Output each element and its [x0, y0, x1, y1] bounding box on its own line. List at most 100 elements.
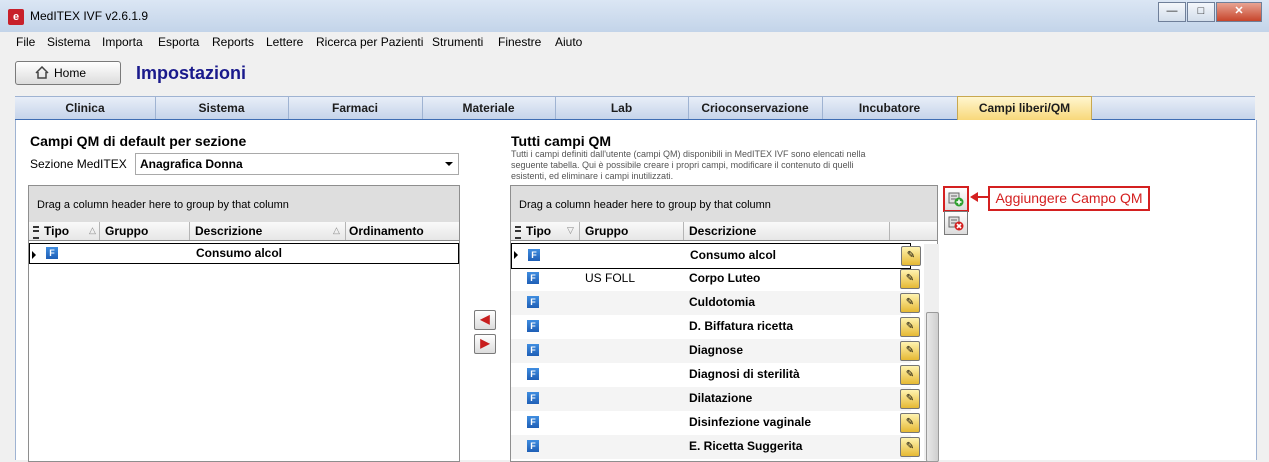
home-label: Home — [54, 66, 87, 80]
column-tipo[interactable]: Tipo — [44, 224, 69, 238]
field-type-icon: F — [527, 416, 539, 428]
menu-strumenti[interactable]: Strumenti — [432, 35, 483, 49]
sort-asc-icon: △ — [89, 225, 96, 235]
move-left-button[interactable]: ◀ — [474, 310, 496, 330]
column-gruppo[interactable]: Gruppo — [585, 224, 628, 238]
row-descrizione: D. Biffatura ricetta — [689, 319, 794, 333]
edit-field-icon[interactable]: ✎ — [900, 413, 920, 433]
menu-sistema[interactable]: Sistema — [47, 35, 90, 49]
column-separator — [683, 222, 684, 240]
default-fields-grid: Drag a column header here to group by th… — [28, 185, 460, 462]
section-select[interactable]: Anagrafica Donna — [135, 153, 459, 175]
menu-file[interactable]: File — [16, 35, 35, 49]
column-chooser-icon[interactable] — [33, 226, 39, 239]
maximize-button[interactable]: □ — [1187, 2, 1215, 22]
field-type-icon: F — [527, 272, 539, 284]
group-by-hint: Drag a column header here to group by th… — [37, 199, 289, 211]
field-type-icon: F — [527, 296, 539, 308]
row-descrizione: E. Ricetta Suggerita — [689, 439, 803, 453]
column-tipo[interactable]: Tipo — [526, 224, 551, 238]
edit-field-icon[interactable]: ✎ — [900, 389, 920, 409]
table-row[interactable]: F D. Biffatura ricetta ✎ — [511, 315, 920, 339]
table-row[interactable]: F Diagnose ✎ — [511, 339, 920, 363]
edit-field-icon[interactable]: ✎ — [900, 437, 920, 457]
table-row[interactable]: F US FOLL Corpo Luteo ✎ — [511, 267, 920, 291]
home-button[interactable]: Home — [15, 61, 121, 85]
menu-aiuto[interactable]: Aiuto — [555, 35, 582, 49]
tab-strip: Clinica Sistema Farmaci Materiale Lab Cr… — [15, 96, 1255, 121]
table-row[interactable]: F Consumo alcol — [29, 243, 459, 264]
tab-crioconservazione[interactable]: Crioconservazione — [688, 97, 823, 119]
move-right-button[interactable]: ▶ — [474, 334, 496, 354]
minimize-button[interactable]: — — [1158, 2, 1186, 22]
field-type-icon: F — [527, 368, 539, 380]
home-icon — [35, 66, 49, 79]
menu-reports[interactable]: Reports — [212, 35, 254, 49]
grid-header: Tipo △ Gruppo Descrizione △ Ordinamento — [29, 222, 459, 241]
edit-field-icon[interactable]: ✎ — [900, 365, 920, 385]
table-row[interactable]: F Consumo alcol ✎ — [511, 243, 921, 269]
table-row[interactable]: F Dilatazione ✎ — [511, 387, 920, 411]
sort-asc-icon: △ — [333, 225, 340, 235]
right-description: Tutti i campi definiti dall'utente (camp… — [511, 149, 866, 181]
field-type-icon: F — [46, 247, 58, 259]
tab-incubatore[interactable]: Incubatore — [822, 97, 958, 119]
tab-farmaci[interactable]: Farmaci — [288, 97, 423, 119]
tab-lab[interactable]: Lab — [555, 97, 689, 119]
menu-esporta[interactable]: Esporta — [158, 35, 199, 49]
group-by-panel[interactable]: Drag a column header here to group by th… — [511, 186, 937, 222]
row-descrizione: Dilatazione — [689, 391, 753, 405]
table-row[interactable]: F Diagnosi di sterilità ✎ — [511, 363, 920, 387]
menu-finestre[interactable]: Finestre — [498, 35, 541, 49]
page-title: Impostazioni — [136, 63, 247, 83]
edit-field-icon[interactable]: ✎ — [900, 269, 920, 289]
scrollbar-thumb[interactable] — [926, 312, 939, 462]
menu-lettere[interactable]: Lettere — [266, 35, 303, 49]
edit-field-icon[interactable]: ✎ — [900, 317, 920, 337]
edit-field-icon[interactable]: ✎ — [900, 341, 920, 361]
field-type-icon: F — [527, 344, 539, 356]
table-row[interactable]: F E. Ricetta Suggerita ✎ — [511, 435, 920, 459]
row-descrizione: Disinfezione vaginale — [689, 415, 812, 429]
delete-field-icon — [948, 216, 964, 231]
add-qm-field-button[interactable] — [943, 186, 969, 212]
tab-materiale[interactable]: Materiale — [422, 97, 556, 119]
delete-qm-field-button[interactable] — [944, 211, 968, 235]
title-bar: e MedITEX IVF v2.6.1.9 — □ ✕ — [0, 0, 1269, 33]
menu-importa[interactable]: Importa — [102, 35, 143, 49]
column-separator — [99, 222, 100, 240]
field-type-icon: F — [527, 320, 539, 332]
app-logo-icon: e — [8, 9, 24, 25]
tab-sistema[interactable]: Sistema — [155, 97, 289, 119]
table-row[interactable]: F Disinfezione vaginale ✎ — [511, 411, 920, 435]
menu-ricerca-pazienti[interactable]: Ricerca per Pazienti — [316, 35, 423, 49]
close-button[interactable]: ✕ — [1216, 2, 1262, 22]
row-descrizione: Consumo alcol — [196, 246, 283, 260]
column-ordinamento[interactable]: Ordinamento — [349, 224, 424, 238]
row-descrizione: Consumo alcol — [690, 248, 777, 262]
group-by-panel[interactable]: Drag a column header here to group by th… — [29, 186, 459, 222]
table-row[interactable]: F Culdotomia ✎ — [511, 291, 920, 315]
field-type-icon: F — [527, 392, 539, 404]
section-select-value: Anagrafica Donna — [140, 157, 243, 171]
column-separator — [189, 222, 190, 240]
edit-field-icon[interactable]: ✎ — [900, 293, 920, 313]
tab-campi-liberi-qm[interactable]: Campi liberi/QM — [957, 96, 1092, 121]
column-descrizione[interactable]: Descrizione — [195, 224, 262, 238]
vertical-scrollbar[interactable] — [924, 244, 939, 462]
column-gruppo[interactable]: Gruppo — [105, 224, 148, 238]
group-by-hint: Drag a column header here to group by th… — [519, 199, 771, 211]
field-type-icon: F — [527, 440, 539, 452]
column-chooser-icon[interactable] — [515, 226, 521, 239]
add-field-callout: Aggiungere Campo QM — [988, 186, 1150, 211]
left-section-title: Campi QM di default per sezione — [30, 133, 247, 149]
tab-clinica[interactable]: Clinica — [15, 97, 156, 119]
menu-bar: File Sistema Importa Esporta Reports Let… — [0, 32, 1269, 52]
row-indicator-icon — [514, 251, 518, 259]
edit-field-icon[interactable]: ✎ — [901, 246, 921, 266]
row-descrizione: Corpo Luteo — [689, 271, 761, 285]
column-separator — [345, 222, 346, 240]
row-descrizione: Culdotomia — [689, 295, 755, 309]
column-descrizione[interactable]: Descrizione — [689, 224, 756, 238]
section-label: Sezione MedITEX — [30, 157, 127, 171]
